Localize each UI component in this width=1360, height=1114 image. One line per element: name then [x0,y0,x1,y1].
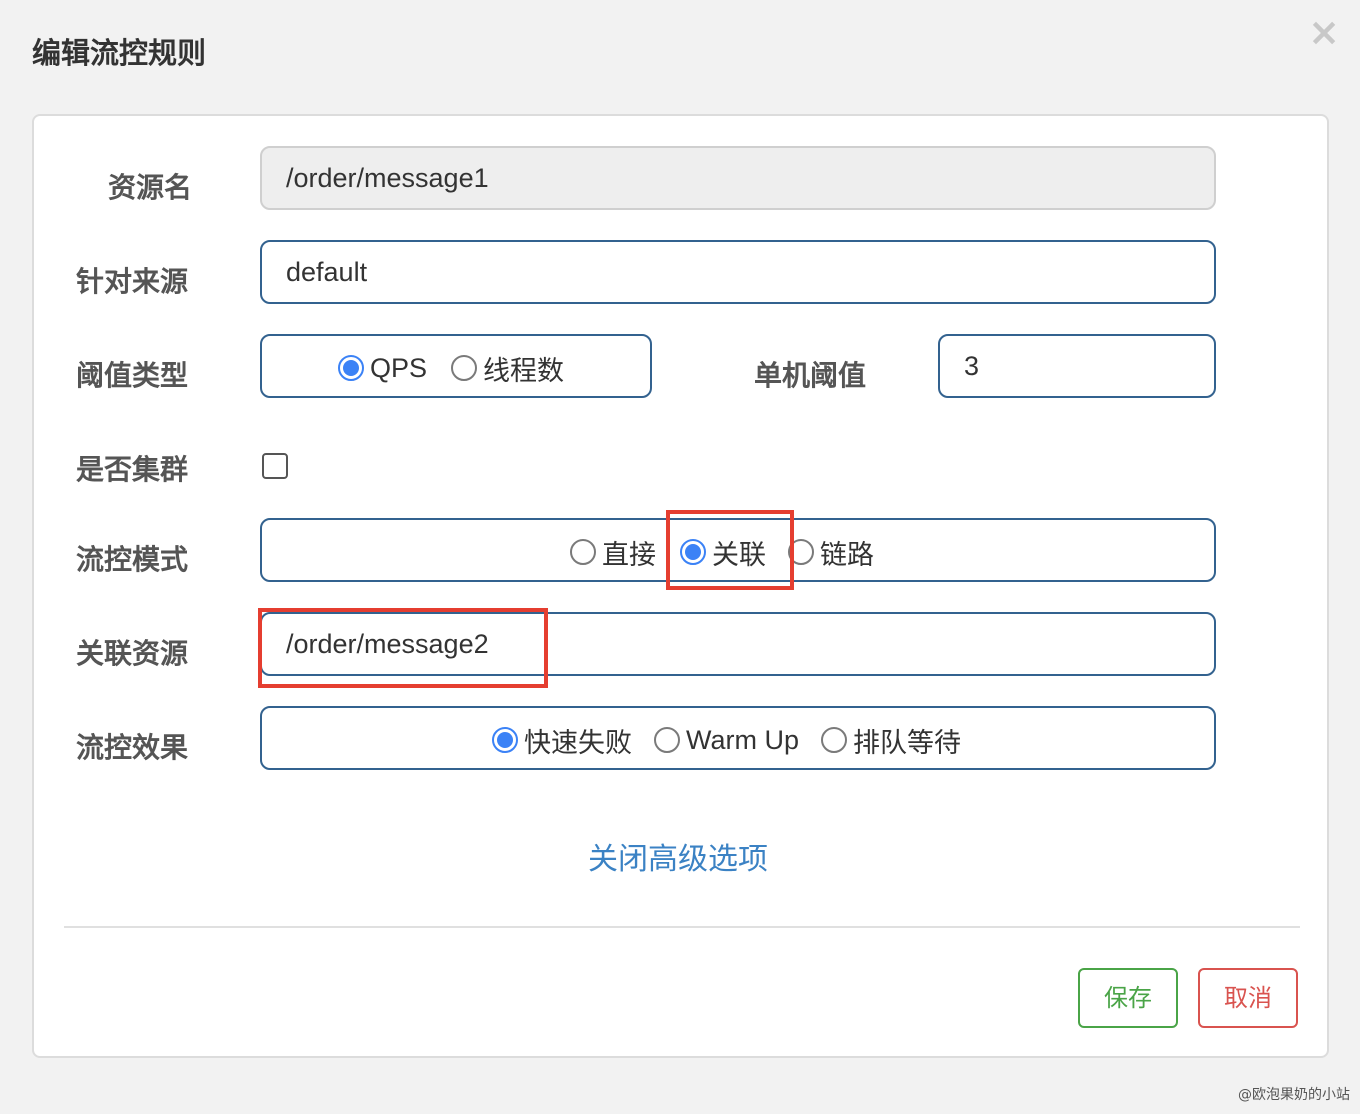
radio-checked-icon[interactable] [338,355,364,381]
resource-name-field-box [260,146,1216,210]
radio-checked-icon[interactable] [680,539,706,565]
limit-app-field-box [260,240,1216,304]
form-panel: 资源名 针对来源 阈值类型 QPS 线程数 单机阈值 是否集群 [32,114,1329,1058]
cluster-label: 是否集群 [76,453,189,486]
save-button[interactable]: 保存 [1078,968,1178,1028]
strategy-option-label: 链路 [820,539,874,570]
radio-unchecked-icon[interactable] [788,539,814,565]
dialog-title: 编辑流控规则 [32,36,207,70]
radio-checked-icon[interactable] [492,727,518,753]
strategy-option-direct[interactable]: 直接 [570,533,656,572]
grade-label: 阈值类型 [76,359,189,392]
count-input[interactable] [940,336,1214,396]
strategy-radio-group: 直接 关联 链路 [570,536,874,570]
toggle-advanced-options-link[interactable]: 关闭高级选项 [588,834,768,878]
behavior-option-label: 快速失败 [524,727,632,758]
watermark: @欧泡果奶的小站 [1238,1087,1350,1103]
cluster-checkbox[interactable] [262,453,288,479]
strategy-option-chain[interactable]: 链路 [788,533,874,572]
limit-app-input[interactable] [262,242,1214,302]
resource-name-input [262,148,1214,208]
grade-option-label: 线程数 [483,355,565,386]
edit-flow-rule-dialog: 编辑流控规则 × 资源名 针对来源 阈值类型 QPS 线程数 单机阈值 [0,0,1360,1108]
strategy-option-label: 直接 [602,539,656,570]
radio-unchecked-icon[interactable] [451,355,478,381]
ref-resource-input[interactable] [262,614,1214,674]
cancel-button[interactable]: 取消 [1198,968,1298,1028]
radio-unchecked-icon[interactable] [821,727,847,753]
count-label: 单机阈值 [754,359,867,392]
grade-option-label: QPS [370,352,428,383]
behavior-option-fast-fail[interactable]: 快速失败 [492,721,632,760]
close-icon[interactable]: × [1306,13,1342,51]
grade-option-thread[interactable]: 线程数 [451,349,564,388]
radio-unchecked-icon[interactable] [570,539,596,565]
grade-option-qps[interactable]: QPS [338,353,427,384]
strategy-option-relate[interactable]: 关联 [680,533,766,572]
ref-resource-field-box [260,612,1216,676]
limit-app-label: 针对来源 [76,265,189,298]
radio-unchecked-icon[interactable] [654,727,680,753]
strategy-option-label: 关联 [712,539,766,570]
grade-radio-group: QPS 线程数 [338,352,564,386]
behavior-option-warm-up[interactable]: Warm Up [654,725,799,756]
behavior-option-queue[interactable]: 排队等待 [821,721,961,760]
behavior-option-label: 排队等待 [853,727,961,758]
behavior-radio-group: 快速失败 Warm Up 排队等待 [492,724,961,758]
behavior-option-label: Warm Up [686,724,799,755]
behavior-label: 流控效果 [76,731,189,764]
count-field-box [938,334,1216,398]
strategy-label: 流控模式 [76,543,189,576]
divider [64,926,1300,928]
ref-resource-label: 关联资源 [76,637,189,670]
resource-name-label: 资源名 [108,171,193,204]
